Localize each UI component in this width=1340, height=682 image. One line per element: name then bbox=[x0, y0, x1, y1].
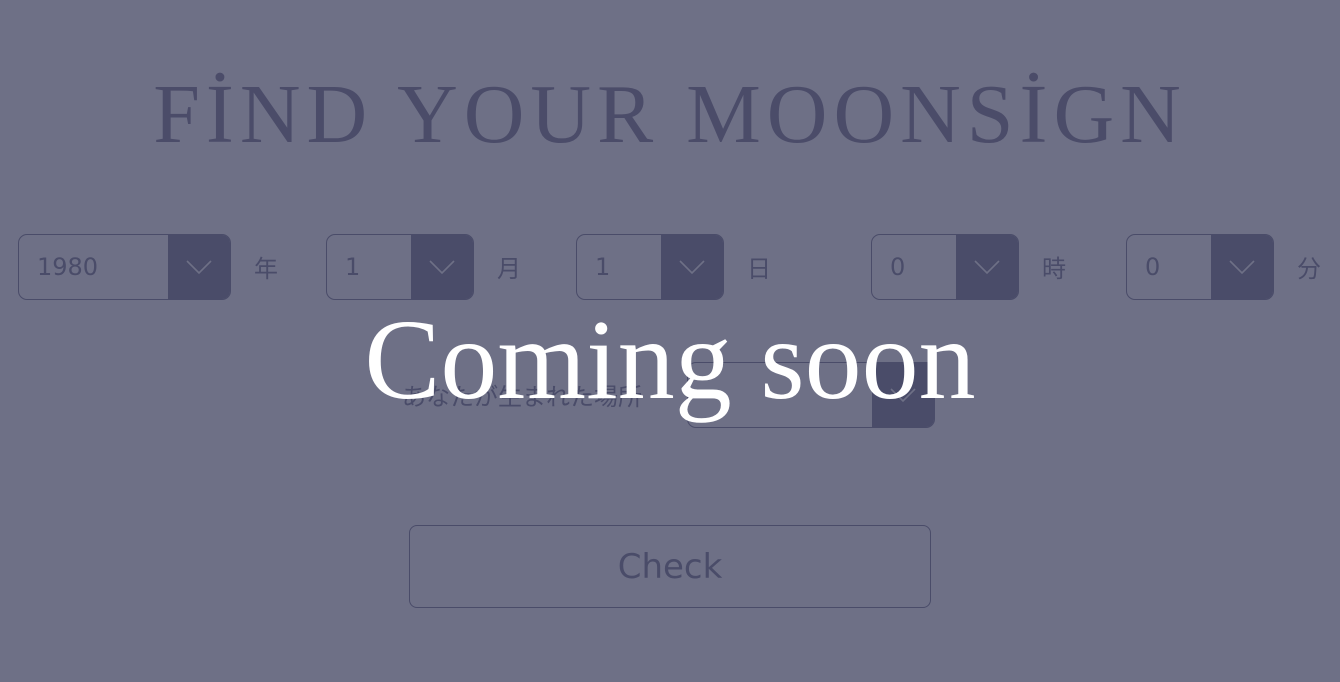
chevron-down-icon bbox=[186, 260, 212, 274]
minute-unit: 分 bbox=[1297, 255, 1321, 283]
chevron-down-icon bbox=[679, 260, 705, 274]
hour-select[interactable]: 0 bbox=[871, 234, 1019, 300]
hour-select-value: 0 bbox=[890, 253, 906, 281]
page: FİND YOUR MOONSİGN 1980 年 1 月 1 日 0 時 0 bbox=[0, 0, 1340, 682]
chevron-down-icon bbox=[1229, 260, 1255, 274]
page-title: FİND YOUR MOONSİGN bbox=[153, 68, 1187, 161]
day-select-value: 1 bbox=[595, 253, 611, 281]
year-select-toggle[interactable] bbox=[168, 235, 230, 299]
minute-select-value: 0 bbox=[1145, 253, 1161, 281]
day-unit: 日 bbox=[747, 255, 771, 283]
day-select-toggle[interactable] bbox=[661, 235, 723, 299]
minute-select[interactable]: 0 bbox=[1126, 234, 1274, 300]
hour-select-toggle[interactable] bbox=[956, 235, 1018, 299]
minute-select-toggle[interactable] bbox=[1211, 235, 1273, 299]
chevron-down-icon bbox=[429, 260, 455, 274]
day-select[interactable]: 1 bbox=[576, 234, 724, 300]
year-select[interactable]: 1980 bbox=[18, 234, 231, 300]
month-select-toggle[interactable] bbox=[411, 235, 473, 299]
month-select[interactable]: 1 bbox=[326, 234, 474, 300]
month-unit: 月 bbox=[497, 255, 521, 283]
chevron-down-icon bbox=[974, 260, 1000, 274]
coming-soon-overlay: Coming soon bbox=[364, 296, 976, 423]
year-unit: 年 bbox=[254, 255, 278, 283]
month-select-value: 1 bbox=[345, 253, 361, 281]
year-select-value: 1980 bbox=[37, 253, 99, 281]
hour-unit: 時 bbox=[1042, 255, 1066, 283]
check-button[interactable]: Check bbox=[409, 525, 931, 608]
